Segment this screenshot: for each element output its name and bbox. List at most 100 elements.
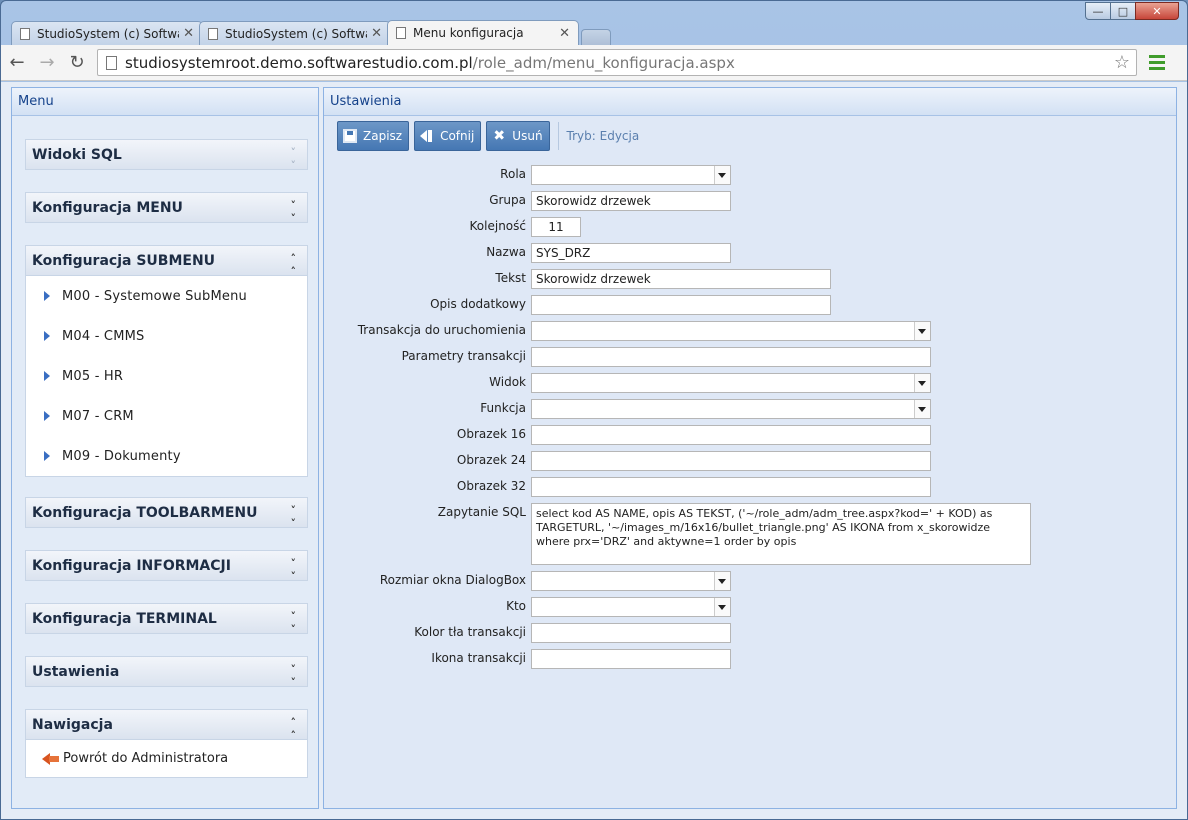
settings-panel: Ustawienia Zapisz Cofnij ✖ Usuń Tryb: Ed…: [323, 87, 1177, 809]
delete-button[interactable]: ✖ Usuń: [486, 121, 550, 151]
tab-close-icon[interactable]: ✕: [183, 26, 194, 41]
section-body: M00 - Systemowe SubMenu M04 - CMMS M05 -…: [25, 276, 308, 477]
browser-tab-2[interactable]: StudioSystem (c) Software ✕: [199, 21, 391, 45]
section-header[interactable]: Konfiguracja INFORMACJI ˅ ˅: [25, 550, 308, 583]
obrazek24-input[interactable]: [531, 451, 931, 471]
delete-label: Usuń: [512, 129, 543, 143]
menu-panel: Menu Widoki SQL ˅ ˅ Konfiguracja MENU ˅ ˅ …: [11, 87, 319, 809]
rola-select[interactable]: [531, 165, 731, 185]
document-icon: [208, 27, 218, 40]
dialog-size-select[interactable]: [531, 571, 731, 591]
kto-select[interactable]: [531, 597, 731, 617]
obrazek32-input[interactable]: [531, 477, 931, 497]
browser-tab-1[interactable]: StudioSystem (c) Software ✕: [11, 21, 203, 45]
nazwa-input[interactable]: SYS_DRZ: [531, 243, 731, 263]
chevron-down-icon[interactable]: ˅ ˅: [291, 557, 296, 583]
undo-label: Cofnij: [440, 129, 475, 143]
field-row-grupa: Grupa Skorowidz drzewek: [324, 191, 1176, 211]
field-row-zapytanie-sql: Zapytanie SQL select kod AS NAME, opis A…: [324, 503, 1176, 565]
minimize-icon[interactable]: —: [1085, 2, 1111, 20]
item-label: M04 - CMMS: [62, 328, 145, 344]
chevron-down-icon[interactable]: ˅ ˅: [291, 199, 296, 225]
field-row-rola: Rola: [324, 165, 1176, 185]
grupa-input[interactable]: Skorowidz drzewek: [531, 191, 731, 211]
item-label: M07 - CRM: [62, 408, 134, 424]
triangle-right-icon: [44, 411, 50, 421]
browser-tab-3[interactable]: Menu konfiguracja ✕: [387, 20, 579, 45]
transaction-icon-input[interactable]: [531, 649, 731, 669]
tab-strip: StudioSystem (c) Software ✕ StudioSystem…: [11, 20, 611, 45]
undo-button[interactable]: Cofnij: [414, 121, 482, 151]
obrazek16-input[interactable]: [531, 425, 931, 445]
settings-body: Zapisz Cofnij ✖ Usuń Tryb: Edycja Rola G…: [324, 117, 1176, 808]
field-label: Kolor tła transakcji: [414, 625, 526, 639]
address-bar[interactable]: studiosystemroot.demo.softwarestudio.com…: [97, 49, 1137, 76]
background-color-input[interactable]: [531, 623, 731, 643]
triangle-right-icon: [44, 371, 50, 381]
sql-query-textarea[interactable]: select kod AS NAME, opis AS TEKST, ('~/r…: [531, 503, 1031, 565]
list-item[interactable]: M05 - HR: [26, 356, 307, 396]
maximize-icon[interactable]: □: [1110, 2, 1136, 20]
chevron-down-icon[interactable]: ˅ ˅: [291, 610, 296, 636]
settings-panel-title: Ustawienia: [324, 88, 1176, 116]
tab-label: Menu konfiguracja: [413, 26, 524, 40]
tab-close-icon[interactable]: ✕: [559, 26, 570, 41]
section-konfiguracja-submenu: Konfiguracja SUBMENU ˄ ˄ M00 - Systemowe …: [25, 245, 308, 477]
field-label: Kto: [506, 599, 526, 613]
chevron-up-icon[interactable]: ˄ ˄: [291, 252, 296, 278]
section-header[interactable]: Konfiguracja TOOLBARMENU ˅ ˅: [25, 497, 308, 530]
page-icon: [106, 55, 117, 70]
kolejnosc-input[interactable]: 11: [531, 217, 581, 237]
funkcja-select[interactable]: [531, 399, 931, 419]
list-item[interactable]: M04 - CMMS: [26, 316, 307, 356]
save-button[interactable]: Zapisz: [337, 121, 410, 151]
field-label: Rola: [500, 167, 526, 181]
section-header[interactable]: Konfiguracja SUBMENU ˄ ˄: [25, 245, 308, 278]
tab-close-icon[interactable]: ✕: [371, 26, 382, 41]
field-row-parametry: Parametry transakcji: [324, 347, 1176, 367]
transakcja-select[interactable]: [531, 321, 931, 341]
section-title: Widoki SQL: [32, 146, 122, 163]
section-konfiguracja-toolbarmenu: Konfiguracja TOOLBARMENU ˅ ˅: [25, 497, 308, 530]
menu-panel-title: Menu: [12, 88, 318, 116]
forward-arrow-icon[interactable]: →: [33, 49, 61, 77]
list-item[interactable]: M09 - Dokumenty: [26, 436, 307, 476]
field-row-rozmiar-okna: Rozmiar okna DialogBox: [324, 571, 1176, 591]
field-label: Obrazek 24: [456, 453, 526, 467]
field-row-kto: Kto: [324, 597, 1176, 617]
section-konfiguracja-informacji: Konfiguracja INFORMACJI ˅ ˅: [25, 550, 308, 583]
undo-icon: [420, 129, 434, 143]
tekst-input[interactable]: Skorowidz drzewek: [531, 269, 831, 289]
close-window-icon[interactable]: ✕: [1135, 2, 1179, 20]
back-arrow-icon[interactable]: ←: [3, 49, 31, 77]
opis-dodatkowy-input[interactable]: [531, 295, 831, 315]
reload-icon[interactable]: ↻: [63, 49, 91, 77]
parametry-input[interactable]: [531, 347, 931, 367]
browser-toolbar: ← → ↻ studiosystemroot.demo.softwarestud…: [1, 45, 1187, 81]
triangle-right-icon: [44, 331, 50, 341]
section-title: Konfiguracja INFORMACJI: [32, 557, 231, 574]
section-header[interactable]: Widoki SQL ˅ ˅: [25, 139, 308, 172]
chevron-down-icon[interactable]: ˅ ˅: [291, 146, 296, 172]
list-item[interactable]: M00 - Systemowe SubMenu: [26, 276, 307, 316]
bookmark-star-icon[interactable]: ☆: [1114, 52, 1130, 73]
section-header[interactable]: Ustawienia ˅ ˅: [25, 656, 308, 689]
list-item[interactable]: M07 - CRM: [26, 396, 307, 436]
section-title: Ustawienia: [32, 663, 120, 680]
chevron-down-icon[interactable]: ˅ ˅: [291, 504, 296, 530]
chevron-down-icon[interactable]: ˅ ˅: [291, 663, 296, 689]
section-header[interactable]: Konfiguracja MENU ˅ ˅: [25, 192, 308, 225]
browser-menu-icon[interactable]: [1149, 55, 1165, 70]
field-row-opis-dodatkowy: Opis dodatkowy: [324, 295, 1176, 315]
field-label: Widok: [489, 375, 526, 389]
page-content: Menu Widoki SQL ˅ ˅ Konfiguracja MENU ˅ ˅ …: [1, 82, 1187, 819]
section-title: Konfiguracja TOOLBARMENU: [32, 504, 258, 521]
save-label: Zapisz: [363, 129, 403, 143]
chevron-up-icon[interactable]: ˄ ˄: [291, 716, 296, 742]
back-to-admin-link[interactable]: Powrót do Administratora: [26, 740, 307, 777]
section-header[interactable]: Konfiguracja TERMINAL ˅ ˅: [25, 603, 308, 636]
field-row-transakcja: Transakcja do uruchomienia: [324, 321, 1176, 341]
section-header[interactable]: Nawigacja ˄ ˄: [25, 709, 308, 742]
new-tab-button[interactable]: [581, 29, 611, 45]
widok-select[interactable]: [531, 373, 931, 393]
